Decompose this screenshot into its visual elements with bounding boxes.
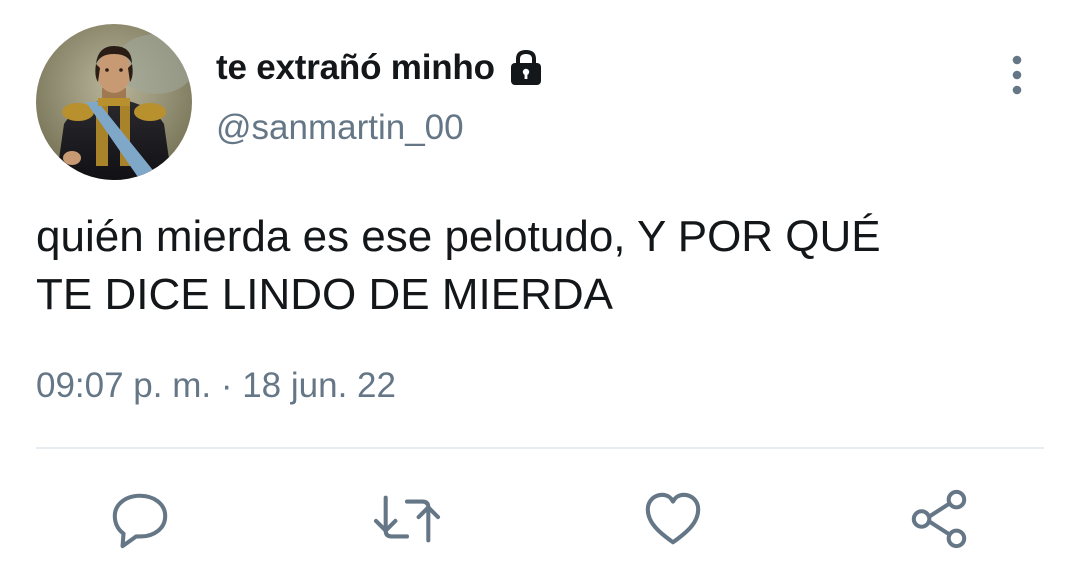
display-name[interactable]: te extrañó minho	[216, 48, 495, 88]
avatar[interactable]	[36, 24, 192, 180]
tweet-text-line: TE DICE LINDO DE MIERDA	[36, 270, 613, 319]
avatar-portrait-image	[36, 24, 192, 180]
tweet-text: quién mierda es ese pelotudo, Y POR QUÉ …	[36, 208, 1046, 324]
reply-icon	[112, 493, 168, 549]
more-vertical-icon[interactable]	[996, 52, 1038, 98]
lock-icon	[505, 47, 547, 89]
divider	[36, 447, 1044, 449]
tweet-text-line: quién mierda es ese pelotudo, Y POR QUÉ	[36, 212, 881, 261]
share-icon	[911, 489, 967, 549]
reply-button[interactable]	[105, 484, 175, 554]
like-button[interactable]	[638, 484, 708, 554]
retweet-icon	[373, 495, 441, 543]
author-name-row: te extrañó minho	[216, 44, 547, 92]
retweet-button[interactable]	[372, 484, 442, 554]
share-button[interactable]	[904, 484, 974, 554]
user-handle[interactable]: @sanmartin_00	[216, 108, 464, 148]
timestamp[interactable]: 09:07 p. m. · 18 jun. 22	[36, 366, 396, 406]
heart-icon	[645, 492, 701, 545]
